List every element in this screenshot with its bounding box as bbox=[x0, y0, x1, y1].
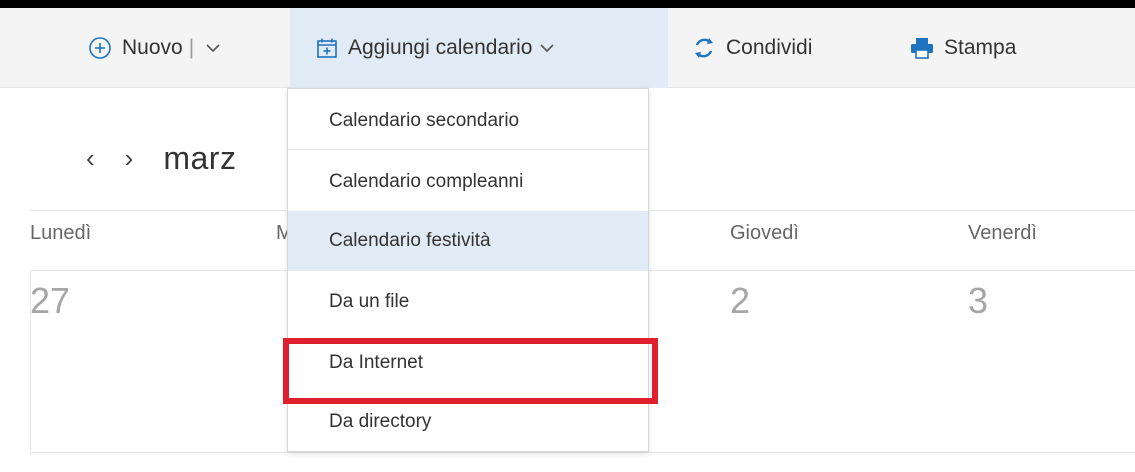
printer-icon bbox=[910, 37, 934, 59]
menu-item-from-directory[interactable]: Da directory bbox=[288, 392, 648, 452]
command-toolbar: Nuovo | Aggiungi calendario Condividi St… bbox=[0, 8, 1135, 88]
day-header-thursday: Giovedì bbox=[730, 222, 799, 244]
window-top-bar bbox=[0, 0, 1135, 8]
add-calendar-dropdown: Calendario secondario Calendario complea… bbox=[287, 88, 649, 452]
menu-item-birthday-calendar[interactable]: Calendario compleanni bbox=[288, 152, 648, 212]
new-button-separator: | bbox=[188, 36, 195, 59]
share-arrows-icon bbox=[692, 36, 716, 60]
new-button-label: Nuovo bbox=[122, 36, 183, 59]
add-calendar-button[interactable]: Aggiungi calendario bbox=[290, 8, 668, 88]
day-header-monday: Lunedì bbox=[30, 222, 92, 244]
month-title: marz bbox=[163, 139, 237, 176]
chevron-down-icon bbox=[540, 43, 555, 53]
grid-row-border bbox=[30, 452, 1135, 453]
day-cell-2[interactable]: 2 bbox=[730, 280, 750, 322]
day-header-friday: Venerdì bbox=[968, 222, 1037, 244]
print-button[interactable]: Stampa bbox=[910, 8, 1016, 88]
menu-item-secondary-calendar[interactable]: Calendario secondario bbox=[288, 91, 648, 151]
plus-circle-icon bbox=[88, 36, 112, 60]
new-button[interactable]: Nuovo | bbox=[88, 8, 220, 88]
date-navigation: ‹ › marz bbox=[86, 133, 236, 183]
share-button[interactable]: Condividi bbox=[692, 8, 812, 88]
menu-item-from-file[interactable]: Da un file bbox=[288, 272, 648, 332]
prev-month-button[interactable]: ‹ bbox=[86, 143, 95, 174]
day-cell-3[interactable]: 3 bbox=[968, 280, 988, 322]
print-label: Stampa bbox=[944, 36, 1017, 59]
chevron-down-icon[interactable] bbox=[206, 43, 220, 53]
day-cell-27[interactable]: 27 bbox=[30, 280, 70, 322]
share-label: Condividi bbox=[726, 36, 813, 59]
menu-divider bbox=[288, 149, 648, 150]
menu-item-holiday-calendar[interactable]: Calendario festività bbox=[288, 211, 648, 271]
add-calendar-label: Aggiungi calendario bbox=[348, 36, 533, 59]
calendar-add-icon bbox=[316, 37, 338, 59]
menu-item-from-internet[interactable]: Da Internet bbox=[288, 333, 648, 393]
next-month-button[interactable]: › bbox=[125, 143, 134, 174]
